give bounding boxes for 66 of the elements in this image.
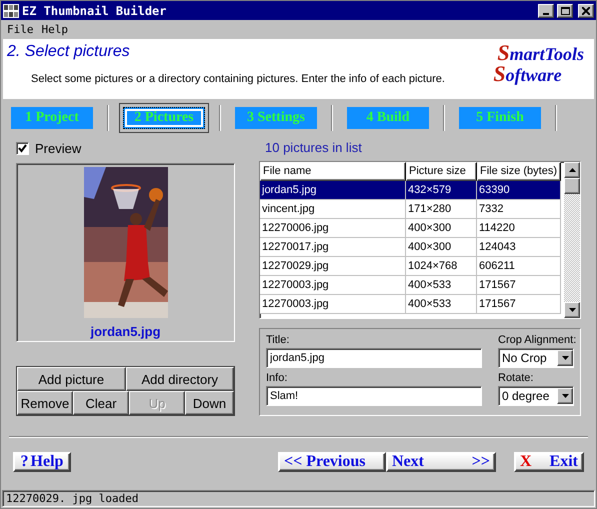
info-field[interactable]: Slam! bbox=[266, 386, 482, 406]
caret-icon bbox=[562, 356, 568, 360]
order-button[interactable]: Remove bbox=[17, 391, 73, 415]
table-cell[interactable]: 400×300 bbox=[406, 218, 477, 238]
column-header[interactable]: Picture size bbox=[406, 162, 477, 181]
logo: SmartTools Software bbox=[493, 39, 585, 88]
order-button[interactable]: Down bbox=[185, 391, 234, 415]
maximize-icon bbox=[560, 6, 570, 14]
table-cell[interactable]: 1024×768 bbox=[406, 256, 477, 276]
app-icon bbox=[3, 4, 19, 18]
order-button[interactable]: Clear bbox=[73, 391, 129, 415]
exit-button[interactable]: X Exit bbox=[514, 452, 584, 472]
table-cell[interactable]: 12270029.jpg bbox=[260, 256, 406, 276]
page-subtitle: Select some pictures or a directory containing pictures. Enter the info of each picture. bbox=[31, 73, 445, 85]
preview-caption: jordan5.jpg bbox=[90, 324, 161, 340]
table-cell[interactable]: 400×533 bbox=[406, 276, 477, 295]
minimize-button[interactable] bbox=[538, 4, 554, 18]
rotate-label: Rotate: bbox=[498, 372, 534, 386]
scroll-down-button[interactable] bbox=[564, 302, 580, 318]
help-button[interactable]: ?Help bbox=[13, 452, 71, 472]
previous-button[interactable]: << Previous bbox=[278, 452, 386, 472]
table-cell[interactable]: jordan5.jpg bbox=[260, 180, 406, 200]
title-label: Title: bbox=[266, 334, 290, 348]
status-bar: 12270029. jpg loaded bbox=[2, 490, 595, 507]
menu-item[interactable]: Help bbox=[42, 23, 68, 35]
table-cell[interactable]: 63390 bbox=[477, 180, 561, 200]
crop-dropdown[interactable]: No Crop bbox=[498, 348, 574, 368]
column-header[interactable]: File name bbox=[260, 162, 406, 181]
title-field[interactable]: jordan5.jpg bbox=[266, 348, 482, 368]
list-button[interactable]: Add picture bbox=[17, 367, 126, 391]
close-icon bbox=[582, 6, 590, 14]
table-cell[interactable]: 12270006.jpg bbox=[260, 218, 406, 238]
table-cell[interactable]: 400×533 bbox=[406, 294, 477, 314]
table-cell[interactable]: 12270017.jpg bbox=[260, 238, 406, 257]
caret-icon bbox=[562, 394, 568, 398]
table-cell[interactable]: 114220 bbox=[477, 218, 561, 238]
table-cell[interactable]: 12270003.jpg bbox=[260, 294, 406, 314]
crop-label: Crop Alignment: bbox=[498, 334, 574, 348]
table-cell[interactable]: 171567 bbox=[477, 294, 561, 314]
table-cell[interactable]: 171567 bbox=[477, 276, 561, 295]
preview-label: Preview bbox=[35, 141, 82, 156]
table-cell[interactable]: 400×300 bbox=[406, 238, 477, 257]
window-title: EZ Thumbnail Builder bbox=[22, 4, 168, 18]
table-cell[interactable]: 606211 bbox=[477, 256, 561, 276]
list-button[interactable]: Add directory bbox=[126, 367, 234, 391]
column-header[interactable]: File size (bytes) bbox=[477, 162, 561, 181]
close-button[interactable] bbox=[578, 4, 594, 18]
scroll-up-button[interactable] bbox=[564, 162, 580, 178]
table-cell[interactable]: 432×579 bbox=[406, 180, 477, 200]
table-cell[interactable]: vincent.jpg bbox=[260, 200, 406, 219]
minimize-icon bbox=[543, 12, 549, 14]
table-cell[interactable]: 171×280 bbox=[406, 200, 477, 219]
preview-checkbox[interactable] bbox=[16, 142, 29, 156]
menu-item[interactable]: File bbox=[7, 23, 34, 35]
scroll-thumb[interactable] bbox=[564, 178, 580, 194]
next-button[interactable]: Next >> bbox=[386, 452, 496, 472]
picture-count: 10 pictures in list bbox=[265, 140, 363, 156]
page-title: 2. Select pictures bbox=[7, 43, 131, 61]
down-arrow-icon bbox=[568, 308, 576, 312]
table-cell[interactable]: 7332 bbox=[477, 200, 561, 219]
up-arrow-icon bbox=[568, 168, 576, 172]
maximize-button[interactable] bbox=[557, 4, 573, 18]
rotate-dropdown[interactable]: 0 degree bbox=[498, 386, 574, 406]
table-cell[interactable]: 124043 bbox=[477, 238, 561, 257]
info-label: Info: bbox=[266, 372, 288, 386]
table-cell[interactable]: 12270003.jpg bbox=[260, 276, 406, 295]
